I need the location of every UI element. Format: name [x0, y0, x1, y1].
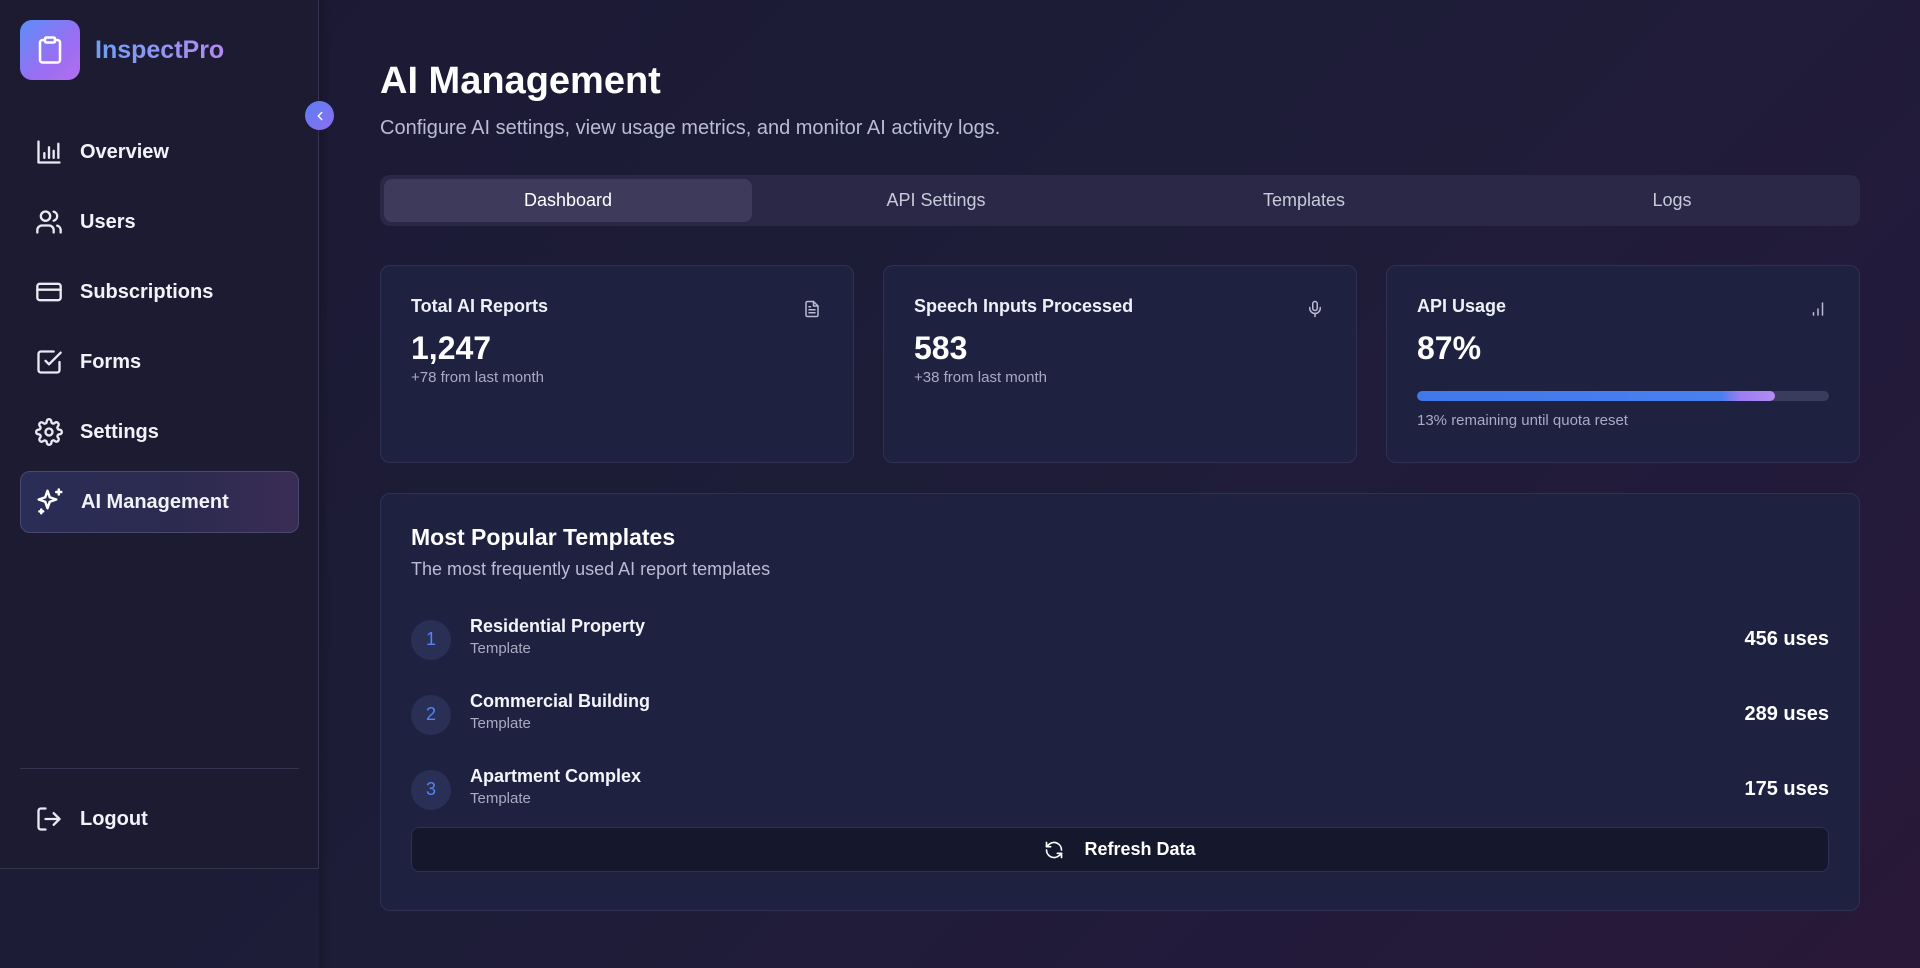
card-title: Total AI Reports	[411, 296, 549, 316]
card-change: +38 from last month	[914, 369, 1047, 386]
panel-title: Most Popular Templates	[411, 524, 676, 550]
metric-cards: Total AI Reports 1,247 +78 from last mon…	[380, 265, 1860, 463]
credit-card-icon	[34, 277, 64, 307]
card-title: API Usage	[1417, 296, 1507, 316]
quota-remaining-text: 13% remaining until quota reset	[1417, 412, 1628, 429]
sidebar-item-users[interactable]: Users	[20, 191, 299, 253]
template-uses: 456 uses	[1744, 628, 1829, 650]
microphone-icon	[1304, 298, 1326, 320]
sidebar-item-forms[interactable]: Forms	[20, 331, 299, 393]
page-title: AI Management	[380, 60, 661, 102]
tab-templates[interactable]: Templates	[1120, 179, 1488, 222]
total-ai-reports-card: Total AI Reports 1,247 +78 from last mon…	[380, 265, 854, 463]
template-list: 1 Residential Property Template 456 uses…	[411, 602, 1829, 827]
sidebar-item-settings[interactable]: Settings	[20, 401, 299, 463]
refresh-data-button[interactable]: Refresh Data	[411, 827, 1829, 872]
tab-bar: Dashboard API Settings Templates Logs	[380, 175, 1860, 226]
card-title: Speech Inputs Processed	[914, 296, 1134, 316]
sidebar-item-subscriptions[interactable]: Subscriptions	[20, 261, 299, 323]
logout-button[interactable]: Logout	[20, 788, 299, 850]
sidebar-item-label: Users	[80, 210, 136, 233]
brand[interactable]: InspectPro	[20, 20, 224, 80]
rank-badge: 2	[411, 694, 451, 735]
card-change: +78 from last month	[411, 369, 544, 386]
template-name: Residential Property	[470, 615, 646, 636]
template-type: Template	[470, 789, 531, 807]
tab-api-settings[interactable]: API Settings	[752, 179, 1120, 222]
bar-chart-icon	[1807, 298, 1829, 320]
sidebar-item-label: Settings	[80, 420, 159, 443]
chevron-left-icon	[313, 109, 327, 123]
template-info: Apartment Complex Template	[470, 766, 641, 807]
template-type: Template	[470, 714, 531, 732]
sparkles-icon	[35, 487, 65, 517]
sidebar: InspectPro Overview Users Subscriptions …	[0, 0, 319, 869]
refresh-label: Refresh Data	[1084, 839, 1196, 859]
rank-badge: 1	[411, 619, 451, 660]
sidebar-item-label: AI Management	[81, 490, 229, 513]
sidebar-item-overview[interactable]: Overview	[20, 121, 299, 183]
card-value: 583	[914, 330, 968, 366]
api-usage-progress-fill	[1417, 391, 1776, 401]
template-info: Residential Property Template	[470, 616, 645, 657]
template-type: Template	[470, 639, 531, 657]
check-square-icon	[34, 347, 64, 377]
sidebar-item-ai-management[interactable]: AI Management	[20, 471, 299, 533]
card-value: 87%	[1417, 330, 1482, 366]
sidebar-item-label: Overview	[80, 140, 169, 163]
rank-badge: 3	[411, 769, 451, 810]
sidebar-shadow	[319, 0, 331, 968]
file-text-icon	[801, 298, 823, 320]
panel-subtitle: The most frequently used AI report templ…	[411, 559, 771, 579]
tab-logs[interactable]: Logs	[1488, 179, 1856, 222]
sidebar-divider	[20, 768, 299, 769]
template-info: Commercial Building Template	[470, 691, 650, 732]
template-name: Apartment Complex	[470, 765, 642, 786]
api-usage-progress	[1417, 391, 1829, 401]
sidebar-nav: Overview Users Subscriptions Forms Setti…	[20, 121, 299, 541]
list-item[interactable]: 3 Apartment Complex Template 175 uses	[411, 752, 1829, 827]
template-name: Commercial Building	[470, 690, 651, 711]
sidebar-item-label: Subscriptions	[80, 280, 214, 303]
sidebar-item-label: Forms	[80, 350, 142, 373]
api-usage-card: API Usage 87% 13% remaining until quota …	[1386, 265, 1860, 463]
users-icon	[34, 207, 64, 237]
template-uses: 289 uses	[1744, 703, 1829, 725]
tab-dashboard[interactable]: Dashboard	[384, 179, 752, 222]
gear-icon	[34, 417, 64, 447]
log-out-icon	[34, 804, 64, 834]
collapse-sidebar-button[interactable]	[305, 101, 334, 130]
clipboard-icon	[20, 20, 80, 80]
template-uses: 175 uses	[1744, 778, 1829, 800]
list-item[interactable]: 2 Commercial Building Template 289 uses	[411, 677, 1829, 752]
brand-name: InspectPro	[95, 35, 225, 64]
bar-chart-icon	[34, 137, 64, 167]
logout-section: Logout	[20, 788, 299, 858]
popular-templates-panel: Most Popular Templates The most frequent…	[380, 493, 1860, 911]
list-item[interactable]: 1 Residential Property Template 456 uses	[411, 602, 1829, 677]
refresh-icon	[1044, 840, 1064, 860]
page-subtitle: Configure AI settings, view usage metric…	[380, 117, 1001, 139]
logout-label: Logout	[80, 807, 148, 830]
speech-inputs-card: Speech Inputs Processed 583 +38 from las…	[883, 265, 1357, 463]
card-value: 1,247	[411, 330, 492, 366]
